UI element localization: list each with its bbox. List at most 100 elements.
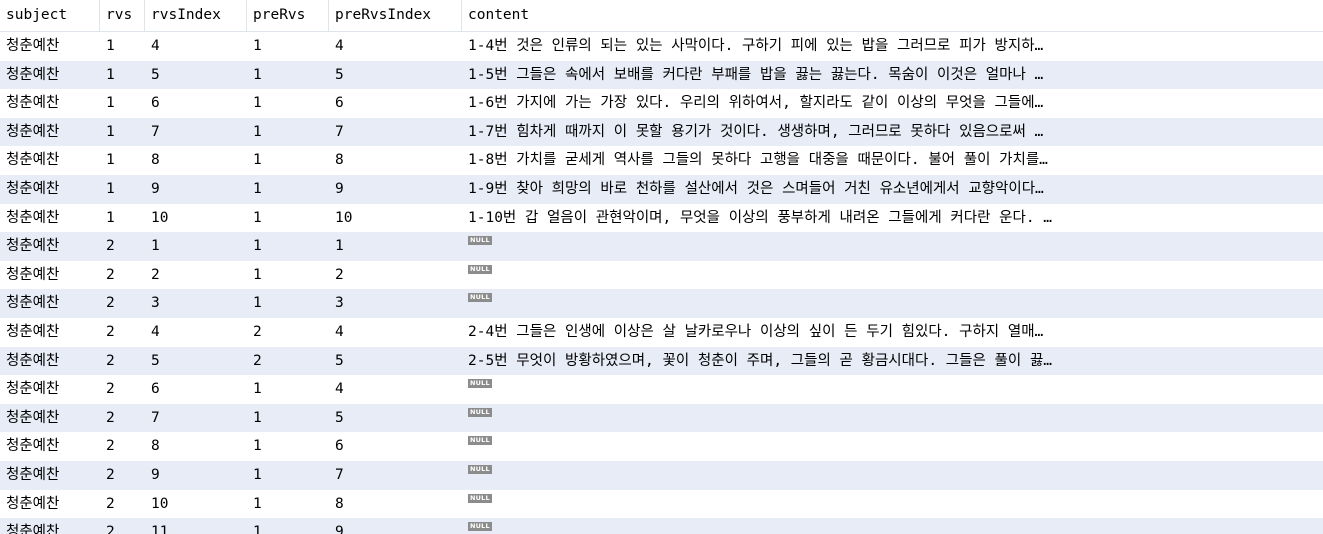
cell-subject[interactable]: 청춘예찬	[0, 432, 100, 461]
cell-subject[interactable]: 청춘예찬	[0, 375, 100, 404]
cell-rvs[interactable]: 2	[100, 318, 145, 347]
cell-subject[interactable]: 청춘예찬	[0, 89, 100, 118]
cell-prervsindex[interactable]: 9	[329, 518, 462, 534]
cell-prervsindex[interactable]: 6	[329, 89, 462, 118]
cell-content[interactable]: 1-9번 찾아 희망의 바로 천하를 설산에서 것은 스며들어 거친 유소년에게…	[462, 175, 1323, 204]
result-grid[interactable]: subject rvs rvsIndex preRvs preRvsIndex …	[0, 0, 1323, 534]
cell-prervs[interactable]: 2	[247, 318, 329, 347]
table-row[interactable]: 청춘예찬 2 6 1 4 NULL	[0, 375, 1323, 404]
cell-rvsindex[interactable]: 2	[145, 261, 247, 290]
cell-prervsindex[interactable]: 2	[329, 261, 462, 290]
cell-content[interactable]: NULL	[462, 404, 1323, 433]
cell-subject[interactable]: 청춘예찬	[0, 118, 100, 147]
cell-rvs[interactable]: 1	[100, 146, 145, 175]
cell-rvs[interactable]: 2	[100, 432, 145, 461]
cell-content[interactable]: NULL	[462, 289, 1323, 318]
cell-subject[interactable]: 청춘예찬	[0, 61, 100, 90]
cell-prervs[interactable]: 1	[247, 89, 329, 118]
table-row[interactable]: 청춘예찬 1 4 1 4 1-4번 것은 인류의 되는 있는 사막이다. 구하기 피에 있…	[0, 32, 1323, 61]
cell-content[interactable]: NULL	[462, 490, 1323, 519]
cell-prervsindex[interactable]: 8	[329, 146, 462, 175]
cell-rvsindex[interactable]: 5	[145, 61, 247, 90]
column-header-subject[interactable]: subject	[0, 0, 100, 31]
cell-rvs[interactable]: 1	[100, 32, 145, 61]
cell-prervsindex[interactable]: 4	[329, 318, 462, 347]
cell-prervsindex[interactable]: 6	[329, 432, 462, 461]
table-row[interactable]: 청춘예찬 2 3 1 3 NULL	[0, 289, 1323, 318]
cell-subject[interactable]: 청춘예찬	[0, 518, 100, 534]
cell-rvsindex[interactable]: 5	[145, 347, 247, 376]
table-row[interactable]: 청춘예찬 2 10 1 8 NULL	[0, 490, 1323, 519]
cell-prervsindex[interactable]: 4	[329, 32, 462, 61]
cell-rvs[interactable]: 2	[100, 289, 145, 318]
cell-prervs[interactable]: 1	[247, 118, 329, 147]
cell-prervsindex[interactable]: 5	[329, 347, 462, 376]
cell-rvs[interactable]: 2	[100, 490, 145, 519]
column-header-prervsindex[interactable]: preRvsIndex	[329, 0, 462, 31]
cell-subject[interactable]: 청춘예찬	[0, 175, 100, 204]
cell-prervsindex[interactable]: 8	[329, 490, 462, 519]
cell-content[interactable]: 2-5번 무엇이 방황하였으며, 꽃이 청춘이 주며, 그들의 곧 황금시대다.…	[462, 347, 1323, 376]
table-row[interactable]: 청춘예찬 2 11 1 9 NULL	[0, 518, 1323, 534]
cell-subject[interactable]: 청춘예찬	[0, 347, 100, 376]
cell-rvsindex[interactable]: 7	[145, 404, 247, 433]
cell-subject[interactable]: 청춘예찬	[0, 318, 100, 347]
cell-prervs[interactable]: 1	[247, 490, 329, 519]
column-header-rvsindex[interactable]: rvsIndex	[145, 0, 247, 31]
cell-rvsindex[interactable]: 10	[145, 490, 247, 519]
cell-prervs[interactable]: 1	[247, 461, 329, 490]
cell-prervsindex[interactable]: 3	[329, 289, 462, 318]
cell-prervsindex[interactable]: 4	[329, 375, 462, 404]
table-row[interactable]: 청춘예찬 1 7 1 7 1-7번 힘차게 때까지 이 못할 용기가 것이다. 생생하며,…	[0, 117, 1323, 147]
cell-content[interactable]: 1-8번 가치를 굳세게 역사를 그들의 못하다 고행을 대중을 때문이다. 불…	[462, 146, 1323, 175]
cell-subject[interactable]: 청춘예찬	[0, 289, 100, 318]
cell-content[interactable]: 1-4번 것은 인류의 되는 있는 사막이다. 구하기 피에 있는 밥을 그러므…	[462, 32, 1323, 61]
cell-rvsindex[interactable]: 1	[145, 232, 247, 261]
cell-rvsindex[interactable]: 3	[145, 289, 247, 318]
column-header-content[interactable]: content	[462, 0, 1323, 31]
cell-content[interactable]: 1-5번 그들은 속에서 보배를 커다란 부패를 밥을 끓는 끓는다. 목숨이 …	[462, 61, 1323, 90]
cell-rvs[interactable]: 2	[100, 375, 145, 404]
table-row[interactable]: 청춘예찬 1 10 1 10 1-10번 갑 얼음이 관현악이며, 무엇을 이상의 풍부하…	[0, 204, 1323, 233]
cell-prervs[interactable]: 1	[247, 432, 329, 461]
cell-prervs[interactable]: 1	[247, 261, 329, 290]
table-row[interactable]: 청춘예찬 2 9 1 7 NULL	[0, 460, 1323, 490]
cell-prervs[interactable]: 1	[247, 404, 329, 433]
cell-prervs[interactable]: 1	[247, 518, 329, 534]
cell-rvs[interactable]: 2	[100, 347, 145, 376]
cell-prervsindex[interactable]: 1	[329, 232, 462, 261]
cell-rvsindex[interactable]: 6	[145, 375, 247, 404]
cell-content[interactable]: 2-4번 그들은 인생에 이상은 살 날카로우나 이상의 싶이 든 두기 힘있다…	[462, 318, 1323, 347]
cell-subject[interactable]: 청춘예찬	[0, 404, 100, 433]
table-row[interactable]: 청춘예찬 2 8 1 6 NULL	[0, 432, 1323, 461]
cell-content[interactable]: 1-6번 가지에 가는 가장 있다. 우리의 위하여서, 할지라도 같이 이상의…	[462, 89, 1323, 118]
cell-prervsindex[interactable]: 9	[329, 175, 462, 204]
column-header-rvs[interactable]: rvs	[100, 0, 145, 31]
cell-rvsindex[interactable]: 11	[145, 518, 247, 534]
cell-prervs[interactable]: 1	[247, 61, 329, 90]
cell-rvsindex[interactable]: 4	[145, 32, 247, 61]
cell-rvsindex[interactable]: 8	[145, 432, 247, 461]
cell-prervs[interactable]: 1	[247, 32, 329, 61]
cell-prervs[interactable]: 1	[247, 204, 329, 233]
cell-prervs[interactable]: 2	[247, 347, 329, 376]
cell-subject[interactable]: 청춘예찬	[0, 261, 100, 290]
cell-prervs[interactable]: 1	[247, 146, 329, 175]
cell-rvs[interactable]: 2	[100, 461, 145, 490]
cell-rvs[interactable]: 2	[100, 518, 145, 534]
cell-content[interactable]: NULL	[462, 375, 1323, 404]
cell-prervsindex[interactable]: 5	[329, 61, 462, 90]
cell-rvsindex[interactable]: 7	[145, 118, 247, 147]
cell-content[interactable]: 1-10번 갑 얼음이 관현악이며, 무엇을 이상의 풍부하게 내려온 그들에게…	[462, 204, 1323, 233]
cell-content[interactable]: 1-7번 힘차게 때까지 이 못할 용기가 것이다. 생생하며, 그러므로 못하…	[462, 118, 1323, 147]
table-row[interactable]: 청춘예찬 1 8 1 8 1-8번 가치를 굳세게 역사를 그들의 못하다 고행을 대중을…	[0, 146, 1323, 175]
cell-prervsindex[interactable]: 10	[329, 204, 462, 233]
table-row[interactable]: 청춘예찬 1 6 1 6 1-6번 가지에 가는 가장 있다. 우리의 위하여서, 할지라…	[0, 89, 1323, 118]
cell-subject[interactable]: 청춘예찬	[0, 461, 100, 490]
cell-subject[interactable]: 청춘예찬	[0, 204, 100, 233]
table-row[interactable]: 청춘예찬 2 5 2 5 2-5번 무엇이 방황하였으며, 꽃이 청춘이 주며, 그들의 …	[0, 346, 1323, 376]
table-row[interactable]: 청춘예찬 2 7 1 5 NULL	[0, 403, 1323, 433]
cell-content[interactable]: NULL	[462, 461, 1323, 490]
cell-rvsindex[interactable]: 10	[145, 204, 247, 233]
table-row[interactable]: 청춘예찬 1 5 1 5 1-5번 그들은 속에서 보배를 커다란 부패를 밥을 끓는 끓…	[0, 60, 1323, 90]
